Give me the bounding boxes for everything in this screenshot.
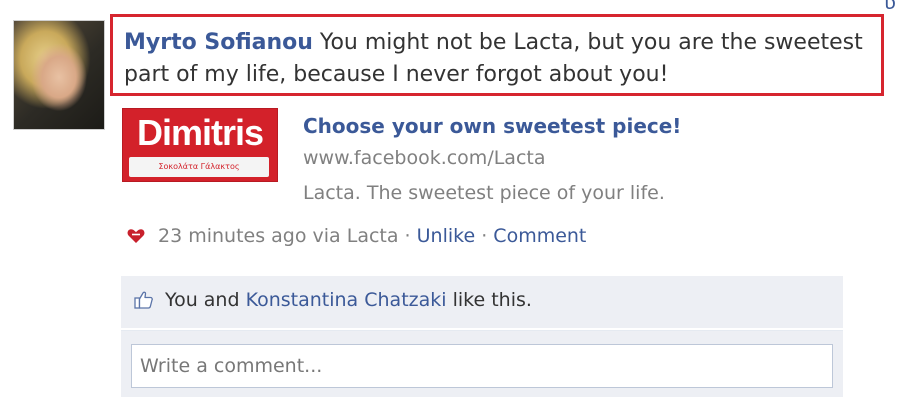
- cut-off-edge-text: ʋ: [884, 0, 896, 14]
- likes-row: You and Konstantina Chatzaki like this.: [133, 289, 532, 311]
- post-message: Myrto Sofianou You might not be Lacta, b…: [124, 27, 894, 91]
- comment-area: [121, 331, 843, 397]
- comment-link[interactable]: Comment: [493, 225, 586, 247]
- meta-separator: ·: [398, 225, 417, 247]
- thumbnail-wrapper-strip: Σοκολάτα Γάλακτος: [129, 157, 269, 177]
- post-meta-row: 23 minutes ago via Lacta · Unlike · Comm…: [126, 225, 586, 247]
- attachment-thumbnail[interactable]: Dimitris Σοκολάτα Γάλακτος: [122, 108, 278, 182]
- likes-summary: You and Konstantina Chatzaki like this.: [121, 276, 843, 328]
- comment-input[interactable]: [131, 344, 833, 388]
- thumbnail-brand-text: Dimitris: [136, 112, 264, 153]
- author-avatar[interactable]: [13, 20, 105, 130]
- meta-separator: ·: [475, 225, 494, 247]
- likes-prefix: You and: [165, 289, 246, 311]
- unlike-link[interactable]: Unlike: [417, 225, 476, 247]
- thumbs-up-icon: [133, 289, 155, 311]
- attachment-title-link[interactable]: Choose your own sweetest piece!: [303, 114, 681, 138]
- attachment-description: Lacta. The sweetest piece of your life.: [303, 182, 665, 204]
- likes-suffix: like this.: [446, 289, 532, 311]
- author-name-link[interactable]: Myrto Sofianou: [124, 30, 313, 55]
- thumbnail-subtext: Σοκολάτα Γάλακτος: [158, 162, 240, 171]
- attachment-url: www.facebook.com/Lacta: [303, 147, 546, 169]
- post-timestamp: 23 minutes ago via Lacta: [158, 225, 399, 247]
- liker-name-link[interactable]: Konstantina Chatzaki: [246, 289, 447, 311]
- lacta-heart-icon: [126, 226, 146, 246]
